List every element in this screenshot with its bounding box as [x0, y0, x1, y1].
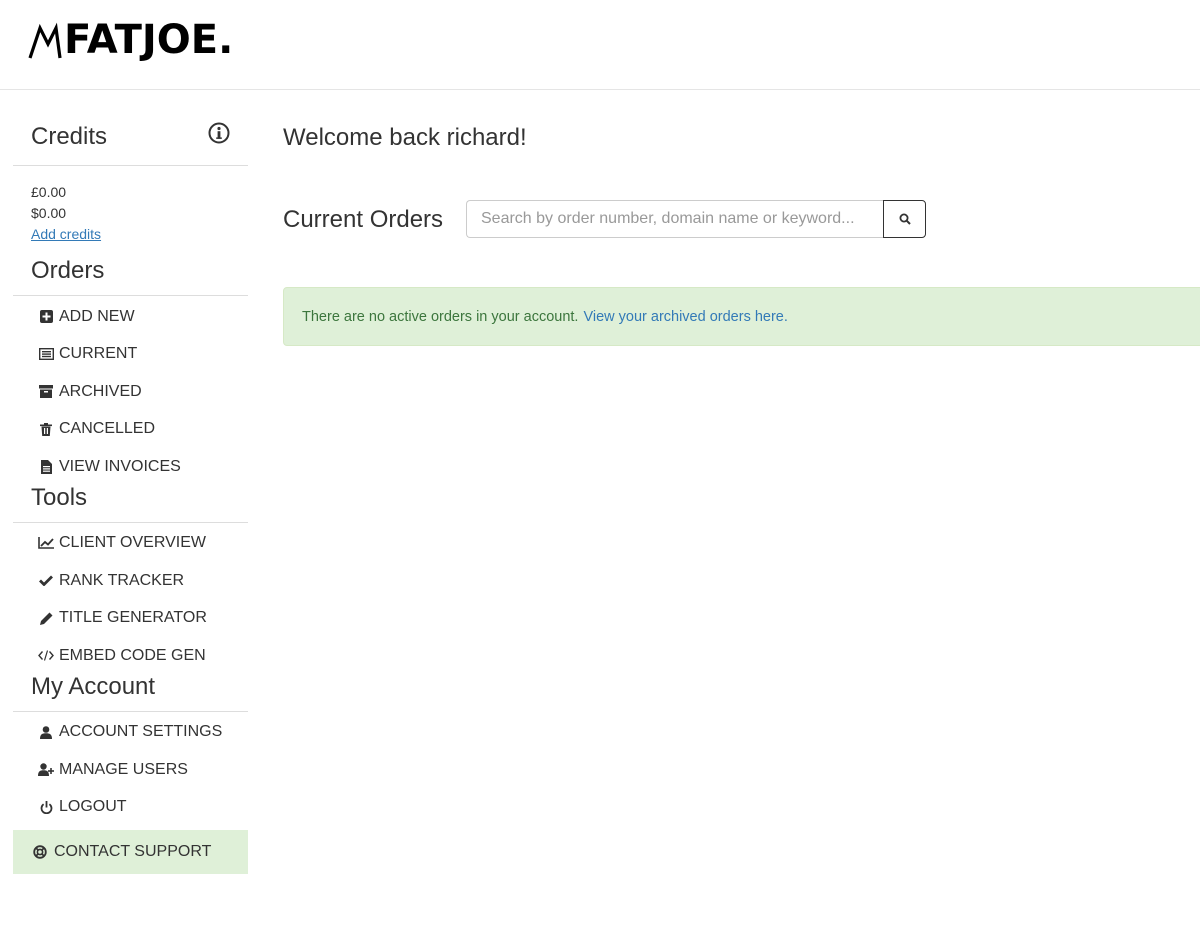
check-icon [38, 573, 54, 589]
life-ring-icon [33, 844, 49, 860]
orders-header: Orders [13, 257, 248, 296]
nav-logout[interactable]: LOGOUT [13, 789, 248, 827]
nav-client-overview[interactable]: CLIENT OVERVIEW [13, 525, 248, 563]
nav-manage-users-label: MANAGE USERS [59, 760, 188, 778]
alert-text: There are no active orders in your accou… [302, 308, 579, 325]
nav-current-label: CURRENT [59, 345, 138, 363]
tools-title: Tools [31, 483, 88, 511]
credits-title: Credits [31, 123, 108, 150]
credits-header: Credits [13, 90, 248, 166]
orders-title: Orders [31, 257, 105, 284]
search-icon [899, 213, 911, 225]
order-search-input[interactable] [466, 200, 883, 238]
tools-nav: CLIENT OVERVIEW RANK TRACKER TITLE GENER… [13, 523, 248, 675]
archive-icon [38, 384, 54, 400]
nav-add-new-label: ADD NEW [59, 307, 135, 325]
nav-account-settings[interactable]: ACCOUNT SETTINGS [13, 714, 248, 752]
nav-account-settings-label: ACCOUNT SETTINGS [59, 723, 223, 741]
credits-gbp: £0.00 [31, 184, 67, 200]
user-plus-icon [38, 762, 54, 778]
nav-rank-tracker[interactable]: RANK TRACKER [13, 562, 248, 600]
nav-archived-label: ARCHIVED [59, 382, 142, 400]
file-text-icon [38, 459, 54, 475]
line-chart-icon [38, 535, 54, 551]
nav-archived[interactable]: ARCHIVED [13, 373, 248, 411]
account-header: My Account [13, 672, 248, 712]
no-orders-alert: There are no active orders in your accou… [283, 287, 1200, 346]
nav-logout-label: LOGOUT [59, 798, 127, 816]
nav-rank-tracker-label: RANK TRACKER [59, 571, 185, 589]
list-alt-icon [38, 346, 54, 362]
info-circle-icon[interactable] [208, 122, 230, 144]
tools-header: Tools [13, 483, 248, 523]
nav-cancelled-label: CANCELLED [59, 420, 156, 438]
nav-cancelled[interactable]: CANCELLED [13, 411, 248, 449]
plus-square-icon [38, 309, 54, 325]
header: FATJOE. [0, 0, 1200, 90]
nav-embed-code-gen-label: EMBED CODE GEN [59, 646, 206, 664]
nav-view-invoices-label: VIEW INVOICES [59, 457, 181, 475]
nav-manage-users[interactable]: MANAGE USERS [13, 751, 248, 789]
sidebar: Credits £0.00 $0.00 Add credits Orders A… [13, 90, 248, 874]
credits-usd: $0.00 [31, 205, 67, 221]
logo-text: FATJOE. [64, 17, 234, 63]
cat-ears-logo-icon [28, 22, 62, 59]
nav-add-new[interactable]: ADD NEW [13, 298, 248, 336]
order-search [466, 200, 926, 238]
nav-view-invoices[interactable]: VIEW INVOICES [13, 448, 248, 486]
contact-support-button[interactable]: CONTACT SUPPORT [13, 830, 248, 874]
archived-orders-link[interactable]: View your archived orders here. [583, 309, 787, 325]
user-icon [38, 724, 54, 740]
welcome-heading: Welcome back richard! [283, 124, 527, 151]
nav-title-generator-label: TITLE GENERATOR [59, 609, 207, 627]
nav-title-generator[interactable]: TITLE GENERATOR [13, 600, 248, 638]
account-nav: ACCOUNT SETTINGS MANAGE USERS LOGOUT [13, 712, 248, 827]
contact-support-label: CONTACT SUPPORT [54, 843, 212, 860]
trash-icon [38, 421, 54, 437]
pencil-icon [38, 610, 54, 626]
power-off-icon [38, 799, 54, 815]
search-button[interactable] [883, 200, 926, 238]
nav-client-overview-label: CLIENT OVERVIEW [59, 534, 206, 552]
credits-balance: £0.00 $0.00 Add credits [13, 166, 248, 259]
logo[interactable]: FATJOE. [28, 18, 233, 62]
nav-embed-code-gen[interactable]: EMBED CODE GEN [13, 637, 248, 675]
account-title: My Account [31, 672, 156, 700]
add-credits-link[interactable]: Add credits [31, 226, 101, 242]
code-icon [38, 648, 54, 664]
current-orders-title: Current Orders [283, 206, 444, 233]
nav-current[interactable]: CURRENT [13, 336, 248, 374]
orders-nav: ADD NEW CURRENT ARCHIVED CANCELLED VIEW … [13, 296, 248, 486]
